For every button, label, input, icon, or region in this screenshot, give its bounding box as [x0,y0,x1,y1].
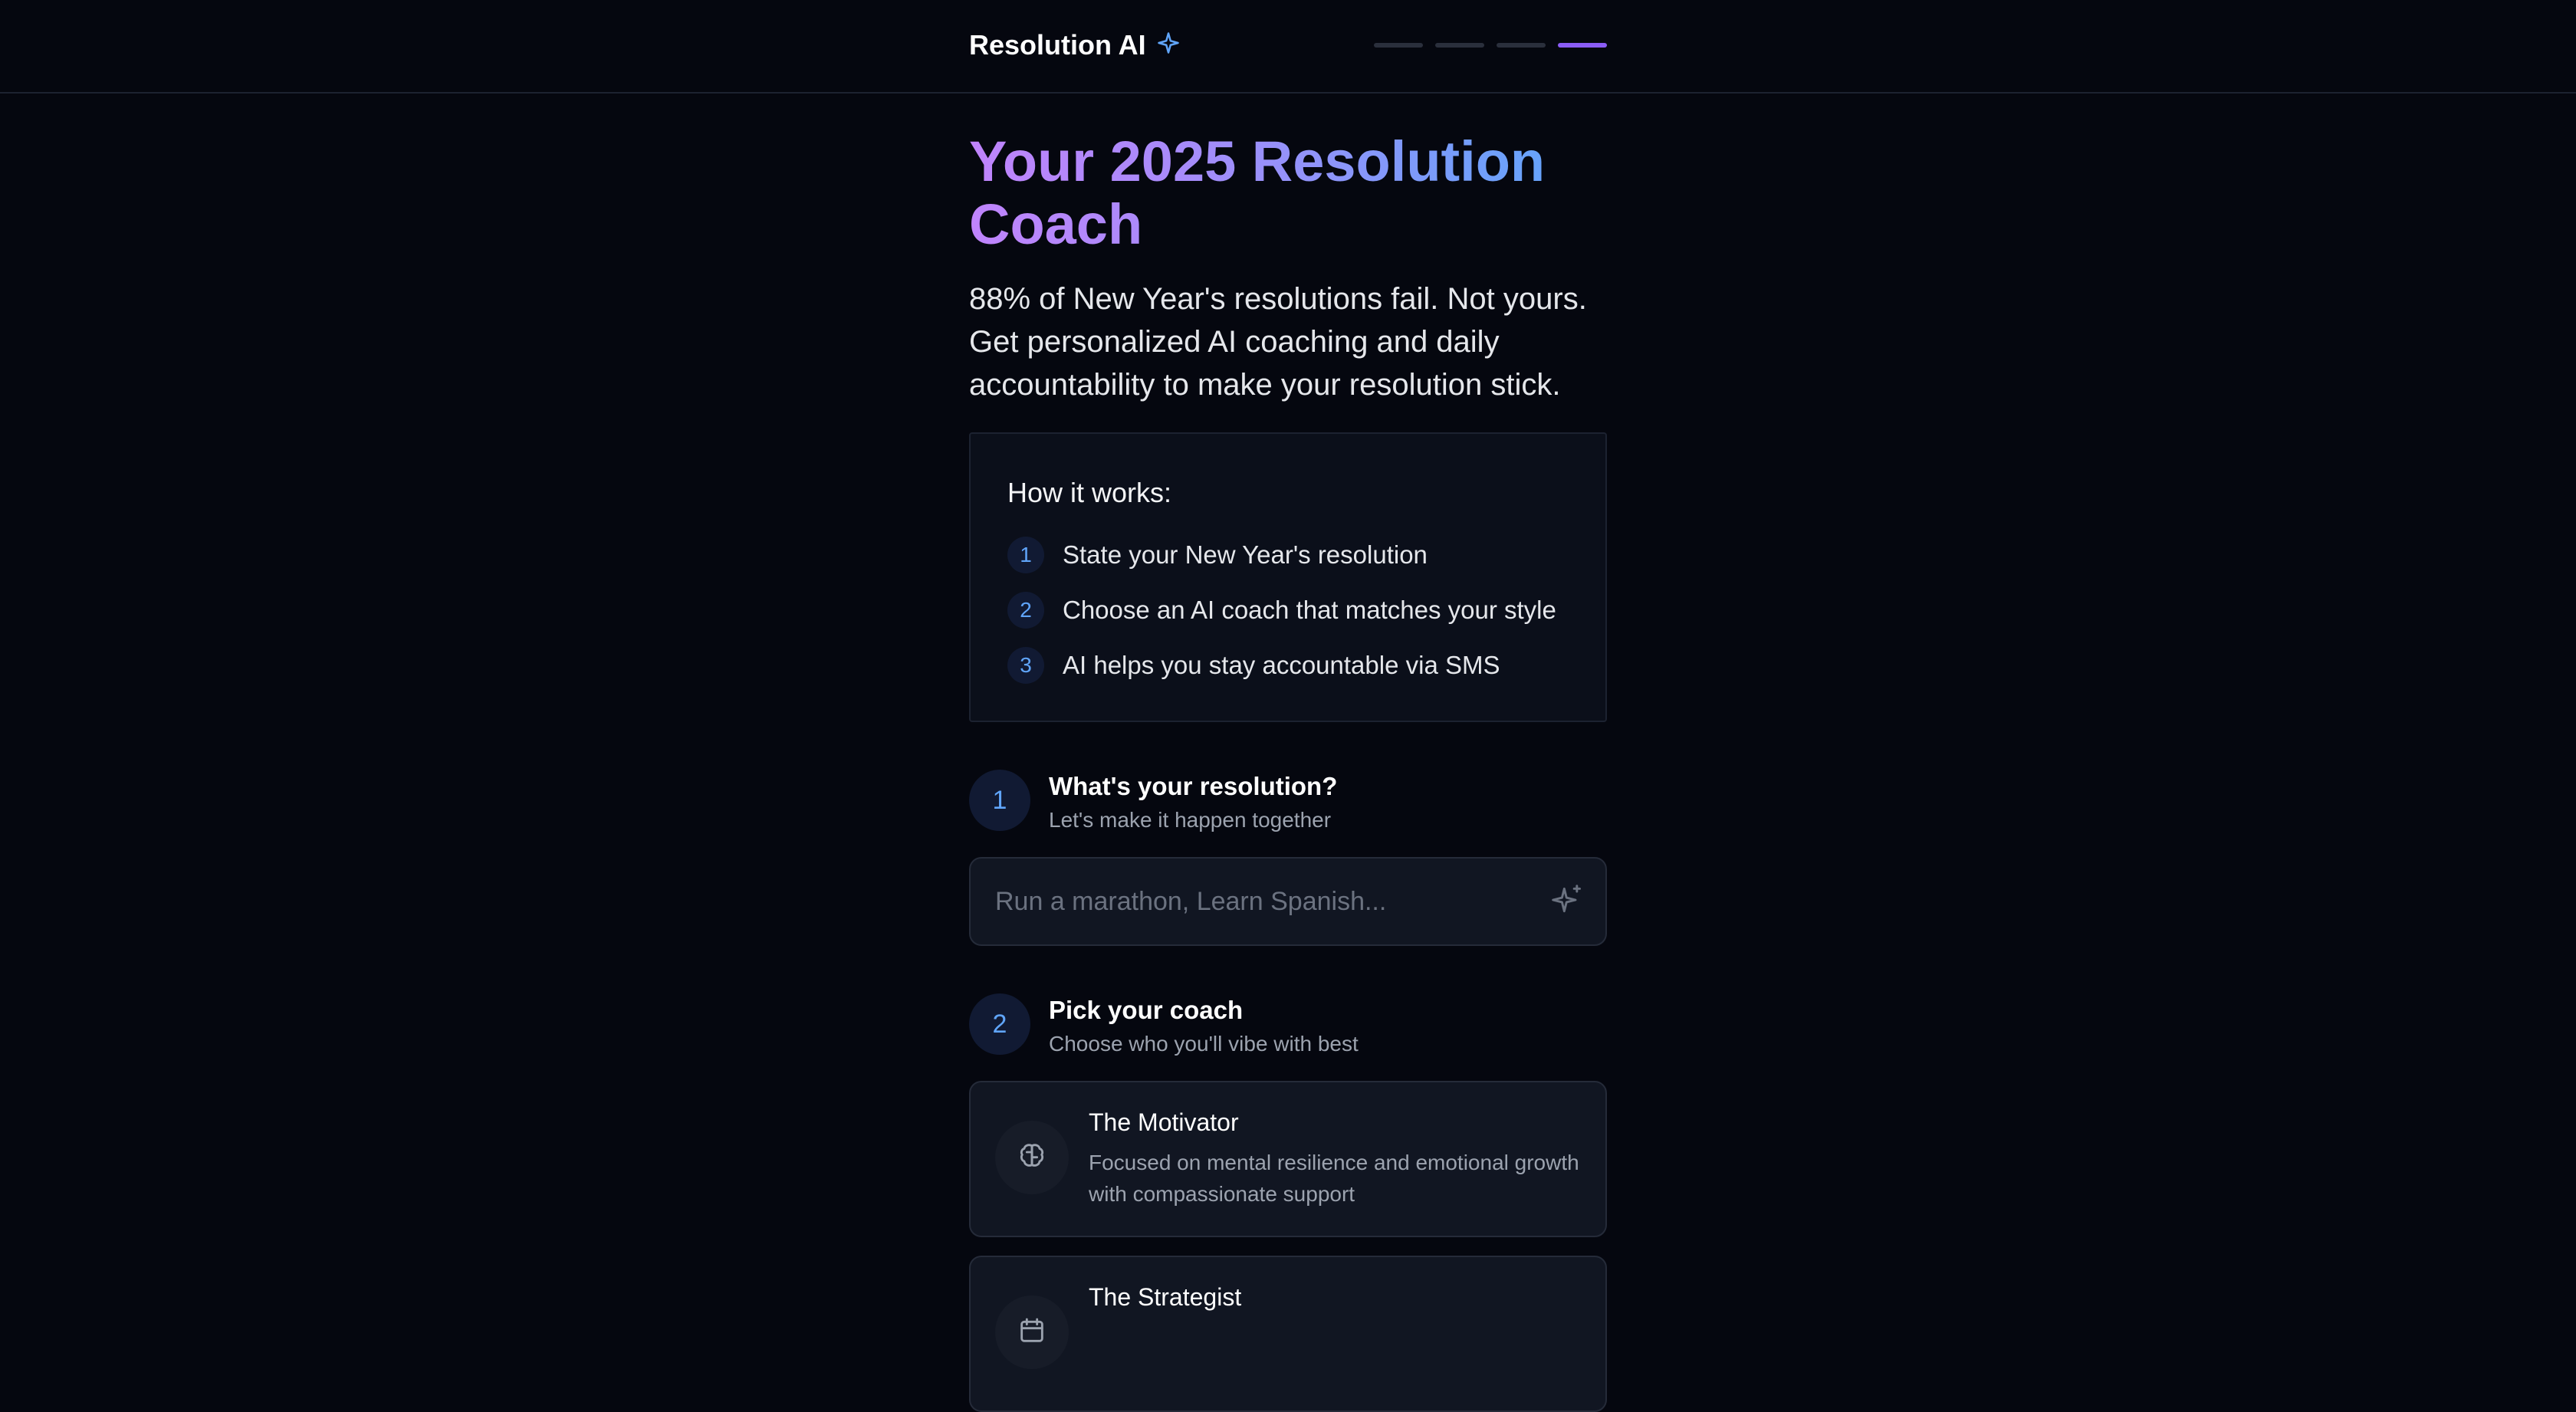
brand-name: Resolution AI [969,29,1146,61]
hero-subtitle: 88% of New Year's resolutions fail. Not … [969,282,1587,402]
main-content: Your 2025 Resolution Coach 88% of New Ye… [969,94,1607,1412]
coach-info: The Strategist [1089,1282,1579,1386]
how-it-works-text: Choose an AI coach that matches your sty… [1063,596,1556,624]
section-title: What's your resolution? [1049,772,1338,800]
how-it-works-item: 3 AI helps you stay accountable via SMS [1007,638,1569,693]
sparkles-icon[interactable] [1550,883,1584,917]
coach-name: The Strategist [1089,1283,1242,1311]
top-bar: Resolution AI [0,0,2576,94]
coach-name: The Motivator [1089,1108,1239,1136]
how-it-works-text: State your New Year's resolution [1063,540,1428,569]
page-title: Your 2025 Resolution Coach [969,130,1582,256]
how-it-works-text: AI helps you stay accountable via SMS [1063,651,1500,679]
section-header: 1 What's your resolution? Let's make it … [969,770,1607,832]
step-number-badge: 1 [1007,537,1044,573]
section-number-badge: 1 [969,770,1030,831]
section-number-badge: 2 [969,993,1030,1055]
coach-info: The Motivator Focused on mental resilien… [1089,1107,1579,1211]
step-number-badge: 2 [1007,592,1044,629]
coach-card-motivator[interactable]: The Motivator Focused on mental resilien… [969,1081,1607,1237]
brain-icon [1017,1141,1047,1175]
brand-logo[interactable]: Resolution AI [969,29,1180,61]
coach-description: Focused on mental resilience and emotion… [1089,1151,1579,1206]
how-it-works-item: 2 Choose an AI coach that matches your s… [1007,583,1569,638]
step-progress-segment [1435,43,1484,48]
section-subtitle: Choose who you'll vibe with best [1049,1032,1359,1056]
resolution-input-container [969,857,1607,946]
resolution-input[interactable] [971,859,1605,944]
coach-avatar [995,1121,1069,1194]
coach-step: 2 Pick your coach Choose who you'll vibe… [969,993,1607,1412]
step-progress-segment [1374,43,1423,48]
how-it-works-card: How it works: 1 State your New Year's re… [969,432,1607,722]
section-header-text: Pick your coach Choose who you'll vibe w… [1049,993,1359,1056]
coach-card-strategist[interactable]: The Strategist [969,1256,1607,1412]
how-it-works-list: 1 State your New Year's resolution 2 Cho… [1007,527,1569,693]
how-it-works-item: 1 State your New Year's resolution [1007,527,1569,583]
section-title: Pick your coach [1049,996,1244,1024]
section-header: 2 Pick your coach Choose who you'll vibe… [969,993,1607,1056]
calendar-icon [1017,1315,1047,1350]
step-progress-indicator [1374,43,1607,48]
coach-avatar [995,1295,1069,1369]
section-header-text: What's your resolution? Let's make it ha… [1049,770,1337,832]
how-it-works-title: How it works: [1007,477,1172,508]
step-progress-segment-active [1558,43,1607,48]
resolution-step: 1 What's your resolution? Let's make it … [969,770,1607,946]
step-number-badge: 3 [1007,647,1044,684]
section-subtitle: Let's make it happen together [1049,808,1332,832]
sparkle-icon [1157,31,1180,59]
step-progress-segment [1497,43,1546,48]
